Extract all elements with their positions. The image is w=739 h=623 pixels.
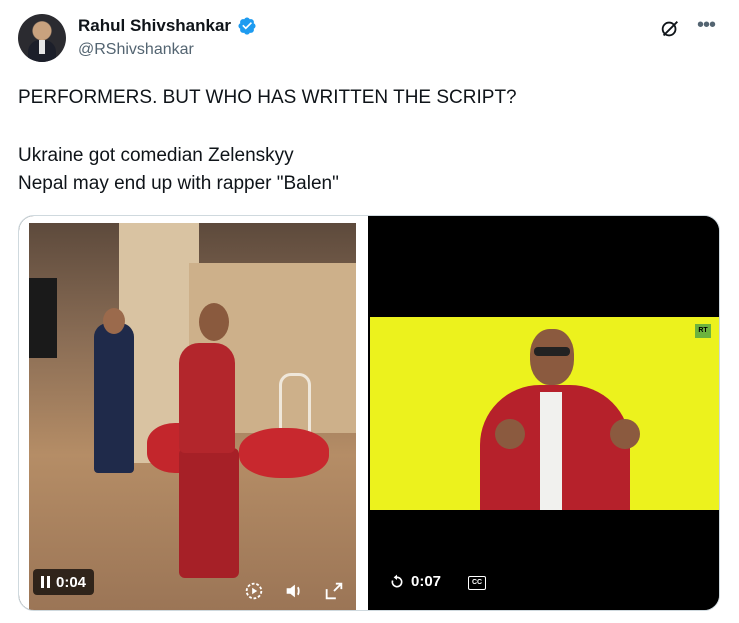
grok-icon[interactable] xyxy=(659,18,681,40)
video-scene-chair xyxy=(279,373,311,434)
fullscreen-icon[interactable] xyxy=(323,580,345,602)
playback-pill[interactable]: 0:04 xyxy=(33,569,95,595)
verified-badge-icon xyxy=(238,17,256,35)
media-container: 0:04 RT 0:07 CC xyxy=(18,215,720,611)
video-scene-dancer-torso xyxy=(179,343,235,453)
video-scene-dancer-head xyxy=(199,303,229,341)
video-scene-rapper-glasses xyxy=(534,347,570,356)
volume-icon[interactable] xyxy=(283,580,305,602)
tweet-header: Rahul Shivshankar @RShivshankar ••• xyxy=(18,14,721,64)
tweet-line-3: Nepal may end up with rapper "Balen" xyxy=(18,173,339,194)
elapsed-time-left: 0:04 xyxy=(56,573,87,591)
video-scene-dancer-legs xyxy=(179,448,239,578)
video-scene-speaker xyxy=(29,278,57,358)
tweet-text: PERFORMERS. BUT WHO HAS WRITTEN THE SCRI… xyxy=(18,84,718,198)
pause-icon[interactable] xyxy=(41,576,50,588)
name-row: Rahul Shivshankar xyxy=(78,16,257,36)
left-video-frame[interactable] xyxy=(29,223,356,610)
replay-icon[interactable] xyxy=(389,574,405,590)
avatar-shirt xyxy=(39,40,45,54)
left-video[interactable]: 0:04 xyxy=(19,216,368,610)
avatar[interactable] xyxy=(18,14,66,62)
replay-control[interactable]: 0:07 xyxy=(389,573,441,590)
handle[interactable]: @RShivshankar xyxy=(78,41,194,59)
closed-captions-icon[interactable]: CC xyxy=(468,576,486,590)
video-scene-rapper-head xyxy=(530,329,574,385)
video-scene-rapper-hand-right xyxy=(610,419,640,449)
video-scene-rapper-hand-left xyxy=(495,419,525,449)
rt-logo: RT xyxy=(695,324,711,338)
elapsed-time-right: 0:07 xyxy=(411,573,442,590)
right-video[interactable]: RT xyxy=(370,216,719,610)
video-scene-cloth-right xyxy=(239,428,329,478)
more-options-icon[interactable]: ••• xyxy=(695,15,717,38)
video-scene-rapper-shirt xyxy=(540,392,562,510)
tweet-line-1: PERFORMERS. BUT WHO HAS WRITTEN THE SCRI… xyxy=(18,87,517,108)
right-video-frame[interactable]: RT xyxy=(370,317,719,510)
display-name[interactable]: Rahul Shivshankar xyxy=(78,16,231,36)
tweet-line-2: Ukraine got comedian Zelenskyy xyxy=(18,145,294,166)
video-scene-bystander-head xyxy=(103,308,125,334)
playback-speed-icon[interactable] xyxy=(243,580,265,602)
video-scene-bystander xyxy=(94,323,134,473)
